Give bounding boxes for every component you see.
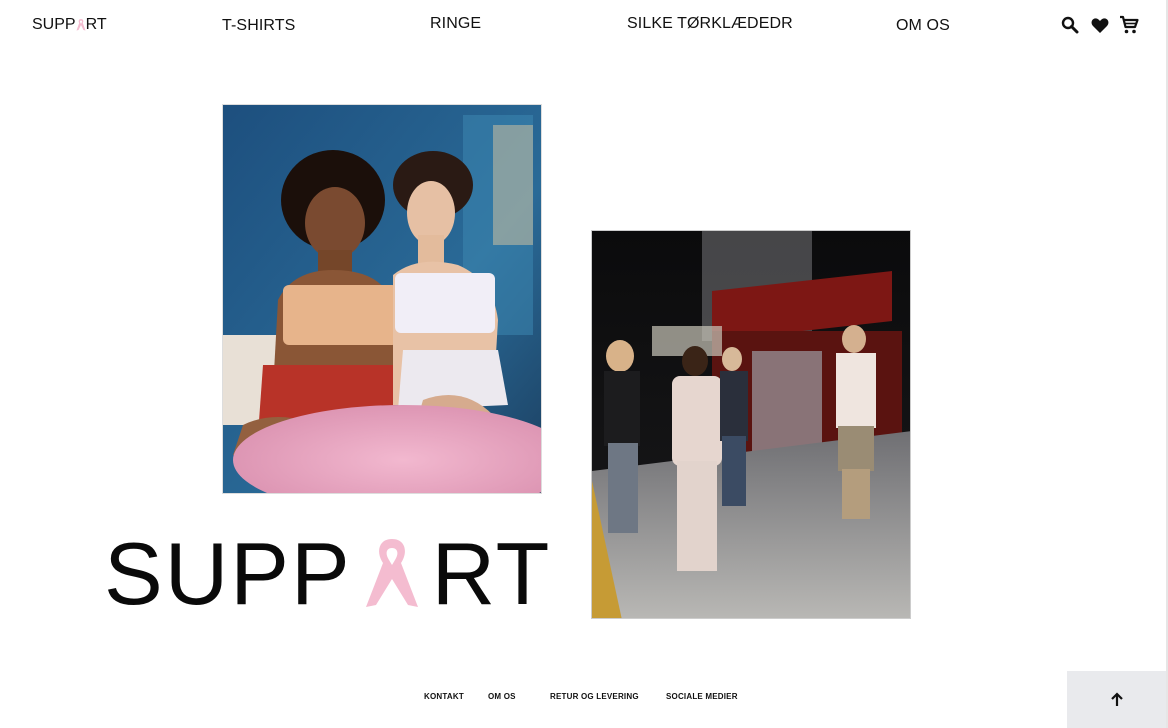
- product-photo-street[interactable]: [591, 230, 911, 619]
- page: SUPP RT T-SHIRTS RINGE SILKE TØRKLÆDEDR …: [0, 0, 1166, 728]
- back-to-top-button[interactable]: [1067, 671, 1166, 728]
- nav-silke-torklaeder[interactable]: SILKE TØRKLÆDEDR: [627, 15, 793, 33]
- search-icon[interactable]: [1059, 14, 1081, 36]
- nav-om-os[interactable]: OM OS: [896, 17, 950, 35]
- header-logo-right: RT: [85, 16, 107, 33]
- arrow-up-icon: [1110, 691, 1123, 706]
- cart-icon[interactable]: [1118, 14, 1140, 36]
- nav-tshirts[interactable]: T-SHIRTS: [222, 17, 295, 35]
- hero-logo-left: SUPP: [104, 524, 352, 623]
- footer-link-kontakt[interactable]: KONTAKT: [424, 692, 464, 701]
- pink-ribbon-icon: [356, 534, 428, 614]
- product-photo-women[interactable]: [222, 104, 542, 494]
- header-logo-left: SUPP: [32, 16, 76, 33]
- footer-link-om-os[interactable]: OM OS: [488, 692, 516, 701]
- hero-logo-right: RT: [431, 524, 552, 623]
- header-logo[interactable]: SUPP RT: [32, 16, 107, 34]
- footer-link-retur-og-levering[interactable]: RETUR OG LEVERING: [550, 692, 639, 701]
- footer-link-sociale-medier[interactable]: SOCIALE MEDIER: [666, 692, 738, 701]
- nav-ringe[interactable]: RINGE: [430, 15, 481, 33]
- heart-icon[interactable]: [1089, 14, 1111, 36]
- hero-logo: SUPP RT: [104, 524, 552, 623]
